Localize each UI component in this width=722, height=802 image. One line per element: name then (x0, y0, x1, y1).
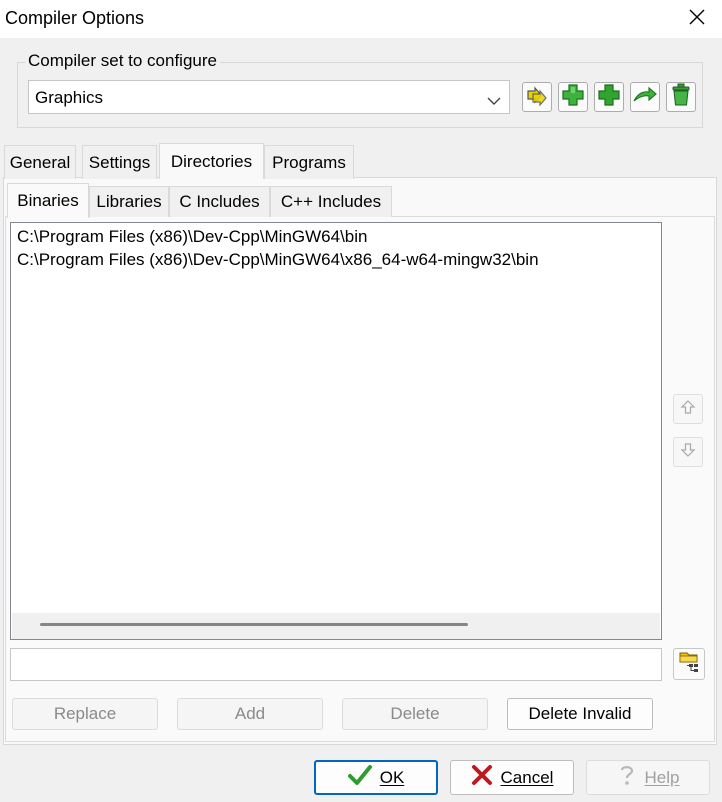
subtab-label: C++ Includes (280, 192, 382, 211)
move-up-button[interactable] (673, 394, 703, 424)
add-blank-compiler-button[interactable] (594, 82, 624, 112)
delete-label: Delete (390, 704, 440, 723)
subtab-label: Libraries (96, 192, 162, 211)
subtab-libraries[interactable]: Libraries (89, 186, 169, 217)
tab-directories[interactable]: Directories (159, 143, 264, 179)
rename-compiler-icon (632, 85, 658, 110)
subtab-cpp-includes[interactable]: C++ Includes (270, 186, 392, 217)
directory-list[interactable]: C:\Program Files (x86)\Dev-Cpp\MinGW64\b… (10, 222, 662, 640)
move-down-button[interactable] (673, 437, 703, 467)
window-title: Compiler Options (5, 8, 145, 28)
delete-compiler-icon (670, 83, 692, 112)
title-bar: Compiler Options (0, 0, 722, 38)
close-icon (689, 9, 705, 30)
compiler-set-select[interactable]: Graphics (28, 80, 510, 114)
delete-button[interactable]: Delete (342, 698, 488, 730)
list-item[interactable]: C:\Program Files (x86)\Dev-Cpp\MinGW64\b… (17, 227, 367, 247)
list-item[interactable]: C:\Program Files (x86)\Dev-Cpp\MinGW64\x… (17, 250, 539, 270)
folder-icon (677, 650, 701, 679)
horizontal-scrollbar[interactable] (12, 613, 660, 639)
subtab-binaries[interactable]: Binaries (7, 183, 89, 218)
subtab-label: Binaries (17, 191, 79, 210)
tab-settings[interactable]: Settings (82, 145, 157, 179)
replace-button[interactable]: Replace (12, 698, 158, 730)
x-icon (471, 764, 493, 791)
rename-compiler-button[interactable] (630, 82, 660, 112)
scrollbar-thumb[interactable] (40, 623, 468, 626)
tab-label: Settings (88, 152, 151, 172)
tab-general[interactable]: General (4, 145, 76, 179)
arrow-up-icon (680, 399, 696, 420)
add-button[interactable]: Add (177, 698, 323, 730)
help-icon (617, 763, 637, 792)
tab-label: Directories (170, 151, 253, 171)
add-compiler-button[interactable] (558, 82, 588, 112)
cancel-label: Cancel (500, 767, 554, 787)
check-icon (347, 764, 372, 791)
browse-folder-button[interactable] (673, 648, 705, 680)
subtab-label: C Includes (179, 192, 260, 211)
ok-button[interactable]: OK (314, 760, 438, 795)
subtab-c-includes[interactable]: C Includes (169, 186, 270, 217)
delete-invalid-label: Delete Invalid (528, 704, 632, 723)
find-compilers-icon (525, 84, 549, 111)
replace-label: Replace (53, 704, 117, 723)
tab-programs[interactable]: Programs (264, 145, 354, 179)
help-button[interactable]: Help (586, 760, 710, 795)
ok-label: OK (379, 767, 405, 787)
arrow-down-icon (680, 442, 696, 463)
add-compiler-icon (561, 83, 585, 112)
tab-label: Programs (272, 152, 346, 172)
add-label: Add (234, 704, 266, 723)
chevron-down-icon (487, 91, 501, 111)
find-compilers-button[interactable] (522, 82, 552, 112)
compiler-set-label: Compiler set to configure (25, 51, 220, 71)
compiler-set-value: Graphics (35, 88, 104, 107)
delete-compiler-button[interactable] (666, 82, 696, 112)
add-blank-compiler-icon (597, 83, 621, 112)
help-label: Help (644, 767, 680, 787)
cancel-button[interactable]: Cancel (450, 760, 574, 795)
tab-label: General (9, 152, 71, 172)
directory-path-input[interactable] (10, 648, 662, 681)
delete-invalid-button[interactable]: Delete Invalid (507, 698, 653, 730)
close-button[interactable] (672, 0, 722, 38)
